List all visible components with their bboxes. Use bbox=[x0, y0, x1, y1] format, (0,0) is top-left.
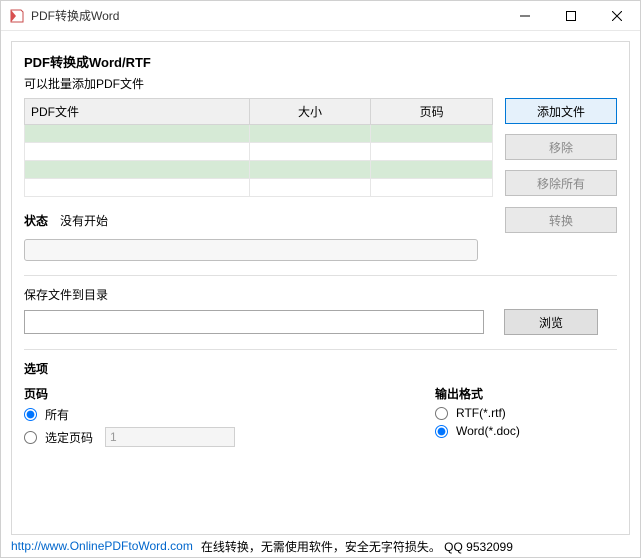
separator bbox=[24, 349, 617, 350]
table-row bbox=[25, 179, 493, 197]
save-label: 保存文件到目录 bbox=[24, 286, 617, 303]
file-table-wrap: PDF文件 大小 页码 bbox=[24, 98, 493, 197]
close-button[interactable] bbox=[594, 1, 640, 31]
titlebar: PDF转换成Word bbox=[1, 1, 640, 31]
save-path-input[interactable] bbox=[24, 310, 484, 334]
panel-subheading: 可以批量添加PDF文件 bbox=[24, 75, 617, 92]
format-word-label: Word(*.doc) bbox=[456, 424, 520, 438]
format-rtf-input[interactable] bbox=[435, 407, 448, 420]
content-area: PDF转换成Word/RTF 可以批量添加PDF文件 PDF文件 大小 页码 bbox=[1, 31, 640, 535]
format-title: 输出格式 bbox=[435, 385, 520, 402]
panel-heading: PDF转换成Word/RTF bbox=[24, 52, 617, 71]
file-table[interactable]: PDF文件 大小 页码 bbox=[24, 98, 493, 197]
footer-text: 在线转换，无需使用软件，安全无字符损失。 QQ 9532099 bbox=[201, 538, 513, 555]
side-buttons: 添加文件 移除 移除所有 bbox=[505, 98, 617, 197]
minimize-button[interactable] bbox=[502, 1, 548, 31]
remove-all-button[interactable]: 移除所有 bbox=[505, 170, 617, 196]
progress-bar bbox=[24, 239, 478, 261]
main-panel: PDF转换成Word/RTF 可以批量添加PDF文件 PDF文件 大小 页码 bbox=[11, 41, 630, 535]
pages-all-label: 所有 bbox=[45, 406, 69, 423]
format-word-radio[interactable]: Word(*.doc) bbox=[435, 424, 520, 438]
maximize-button[interactable] bbox=[548, 1, 594, 31]
status-label: 状态 bbox=[24, 212, 48, 229]
convert-button[interactable]: 转换 bbox=[505, 207, 617, 233]
options-title: 选项 bbox=[24, 360, 617, 377]
table-row bbox=[25, 161, 493, 179]
browse-button[interactable]: 浏览 bbox=[504, 309, 598, 335]
format-rtf-label: RTF(*.rtf) bbox=[456, 406, 506, 420]
format-word-input[interactable] bbox=[435, 425, 448, 438]
pages-option-group: 页码 所有 选定页码 bbox=[24, 385, 235, 451]
pages-selected-input[interactable] bbox=[24, 431, 37, 444]
footer-link[interactable]: http://www.OnlinePDFtoWord.com bbox=[11, 539, 193, 553]
pages-all-input[interactable] bbox=[24, 408, 37, 421]
remove-button[interactable]: 移除 bbox=[505, 134, 617, 160]
format-option-group: 输出格式 RTF(*.rtf) Word(*.doc) bbox=[435, 385, 520, 451]
col-file[interactable]: PDF文件 bbox=[25, 99, 250, 125]
app-icon bbox=[9, 8, 25, 24]
add-file-button[interactable]: 添加文件 bbox=[505, 98, 617, 124]
pages-all-radio[interactable]: 所有 bbox=[24, 406, 235, 423]
col-size[interactable]: 大小 bbox=[249, 99, 371, 125]
col-pages[interactable]: 页码 bbox=[371, 99, 493, 125]
format-rtf-radio[interactable]: RTF(*.rtf) bbox=[435, 406, 520, 420]
pages-title: 页码 bbox=[24, 385, 235, 402]
window-title: PDF转换成Word bbox=[31, 7, 119, 24]
pages-selected-radio[interactable]: 选定页码 bbox=[24, 427, 235, 447]
pages-selected-value bbox=[105, 427, 235, 447]
table-row bbox=[25, 143, 493, 161]
table-row bbox=[25, 125, 493, 143]
footer: http://www.OnlinePDFtoWord.com 在线转换，无需使用… bbox=[1, 535, 640, 557]
separator bbox=[24, 275, 617, 276]
pages-selected-label: 选定页码 bbox=[45, 429, 93, 446]
status-text: 没有开始 bbox=[60, 212, 108, 229]
